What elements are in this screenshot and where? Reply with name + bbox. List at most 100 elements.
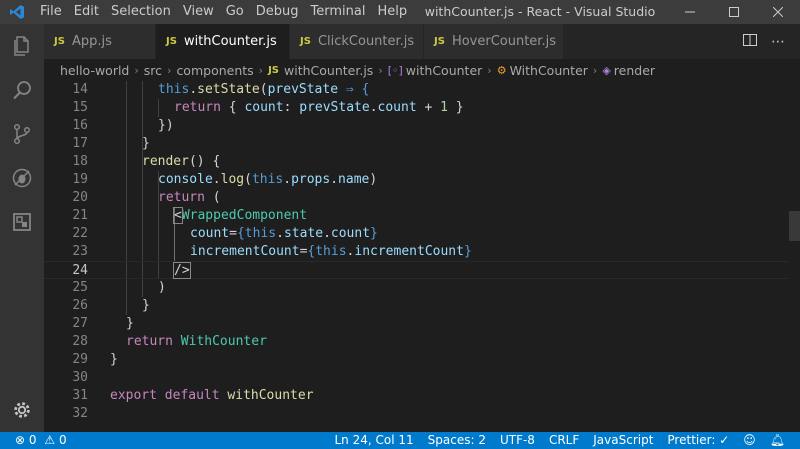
- split-editor-icon[interactable]: [736, 33, 764, 51]
- code-line: 31 export default withCounter: [44, 387, 789, 405]
- line-number: 16: [72, 118, 88, 133]
- source-control-icon[interactable]: [0, 112, 44, 156]
- warning-count: 0: [58, 433, 67, 447]
- line-number: 30: [72, 370, 88, 385]
- prettier-status[interactable]: Prettier: ✓: [660, 432, 736, 449]
- code-line: 17 }: [44, 135, 789, 153]
- code-line: 18 render() {: [44, 153, 789, 171]
- problems-indicator[interactable]: ⊗ 0 ⚠ 0: [8, 432, 74, 449]
- code-line: 26 }: [44, 297, 789, 315]
- line-content: return { count: prevState.count + 1 }: [174, 100, 464, 115]
- js-file-icon: JS: [268, 64, 280, 76]
- chevron-right-icon: ›: [592, 63, 598, 77]
- line-content: console.log(this.props.name): [158, 172, 378, 187]
- notifications-bell-icon[interactable]: 🔔︎: [763, 432, 792, 449]
- code-line: 23 incrementCount={this.incrementCount}: [44, 243, 789, 261]
- debug-icon[interactable]: [0, 156, 44, 200]
- tab-withcounter-js[interactable]: JS withCounter.js ✕: [156, 24, 299, 59]
- activity-bar: [0, 24, 44, 432]
- end-of-line[interactable]: CRLF: [542, 432, 586, 449]
- menu-terminal[interactable]: Terminal: [305, 0, 372, 24]
- menu-help[interactable]: Help: [371, 0, 413, 24]
- window-controls: [668, 0, 800, 24]
- error-count: 0: [28, 433, 37, 447]
- line-number: 26: [72, 298, 88, 313]
- menu-go[interactable]: Go: [220, 0, 250, 24]
- code-line: 25 ): [44, 279, 789, 297]
- code-line-current: 24 />: [44, 261, 789, 279]
- breadcrumb-folder[interactable]: components: [176, 63, 253, 78]
- code-line: 14 this.setState(prevState ⇒ {: [44, 81, 789, 99]
- line-content: render() {: [142, 154, 221, 169]
- code-line: 27 }: [44, 315, 789, 333]
- menu-view[interactable]: View: [177, 0, 220, 24]
- chevron-right-icon: ›: [167, 63, 172, 77]
- search-icon[interactable]: [0, 68, 44, 112]
- explorer-icon[interactable]: [0, 24, 44, 68]
- line-number: 17: [72, 136, 88, 151]
- cursor-position[interactable]: Ln 24, Col 11: [327, 432, 420, 449]
- code-editor[interactable]: 14 this.setState(prevState ⇒ { 15 return…: [44, 81, 800, 432]
- vertical-scrollbar[interactable]: [789, 81, 800, 432]
- breadcrumb-symbol[interactable]: WithCounter: [510, 63, 588, 78]
- chevron-right-icon: ›: [258, 63, 264, 77]
- tab-label: withCounter.js: [183, 34, 277, 49]
- maximize-icon[interactable]: [712, 0, 756, 24]
- file-encoding[interactable]: UTF-8: [493, 432, 542, 449]
- tab-label: App.js: [71, 34, 112, 49]
- scrollbar-thumb[interactable]: [789, 211, 800, 241]
- line-number: 15: [72, 100, 88, 115]
- breadcrumb: hello-world › src › components › JS with…: [44, 59, 800, 81]
- line-content: }: [142, 136, 150, 151]
- minimize-icon[interactable]: [668, 0, 712, 24]
- js-file-icon: JS: [166, 36, 177, 47]
- status-bar: ⊗ 0 ⚠ 0 Ln 24, Col 11 Spaces: 2 UTF-8 CR…: [0, 432, 800, 449]
- settings-gear-icon[interactable]: [0, 388, 44, 432]
- chevron-right-icon: ›: [378, 63, 383, 77]
- chevron-right-icon: ›: [487, 63, 492, 77]
- indentation-setting[interactable]: Spaces: 2: [421, 432, 493, 449]
- line-number: 32: [72, 406, 88, 421]
- line-number: 23: [72, 244, 88, 259]
- code-line: 19 console.log(this.props.name): [44, 171, 789, 189]
- code-line: 16 }): [44, 117, 789, 135]
- menu-selection[interactable]: Selection: [105, 0, 177, 24]
- menu-file[interactable]: File: [34, 0, 68, 24]
- line-content: <WrappedComponent: [173, 207, 308, 224]
- extensions-icon[interactable]: [0, 200, 44, 244]
- menu-debug[interactable]: Debug: [250, 0, 305, 24]
- tab-label: ClickCounter.js: [317, 34, 415, 49]
- chevron-right-icon: ›: [134, 63, 139, 77]
- close-icon[interactable]: [756, 0, 800, 24]
- menu-edit[interactable]: Edit: [68, 0, 105, 24]
- line-number: 28: [72, 334, 88, 349]
- tab-actions: ⋯: [736, 24, 800, 59]
- breadcrumb-file[interactable]: withCounter.js: [284, 63, 373, 78]
- line-content: export default withCounter: [110, 388, 314, 403]
- title-bar: File Edit Selection View Go Debug Termin…: [0, 0, 800, 43]
- code-line: 21 <WrappedComponent: [44, 207, 789, 225]
- tab-app-js[interactable]: JS App.js: [44, 24, 156, 59]
- breadcrumb-symbol[interactable]: render: [614, 63, 655, 78]
- line-number: 19: [72, 172, 88, 187]
- line-content: return WithCounter: [126, 334, 267, 349]
- feedback-smiley-icon[interactable]: ☺: [736, 432, 763, 449]
- warning-icon: ⚠: [44, 433, 56, 447]
- tab-hovercounter-js[interactable]: JS HoverCounter.js: [424, 24, 564, 59]
- line-number: 27: [72, 316, 88, 331]
- line-content: }: [110, 352, 118, 367]
- more-actions-icon[interactable]: ⋯: [764, 34, 792, 50]
- line-number: 22: [72, 226, 88, 241]
- line-number: 29: [72, 352, 88, 367]
- tab-clickcounter-js[interactable]: JS ClickCounter.js: [290, 24, 424, 59]
- method-symbol-icon: ◈: [602, 63, 611, 77]
- tab-label: HoverCounter.js: [451, 34, 556, 49]
- breadcrumb-symbol[interactable]: withCounter: [406, 63, 482, 78]
- breadcrumb-folder[interactable]: hello-world: [60, 63, 129, 78]
- language-mode[interactable]: JavaScript: [586, 432, 660, 449]
- code-line: 30: [44, 369, 789, 387]
- breadcrumb-folder[interactable]: src: [144, 63, 162, 78]
- line-content: />: [173, 262, 191, 279]
- line-number: 18: [72, 154, 88, 169]
- line-content: }: [142, 298, 150, 313]
